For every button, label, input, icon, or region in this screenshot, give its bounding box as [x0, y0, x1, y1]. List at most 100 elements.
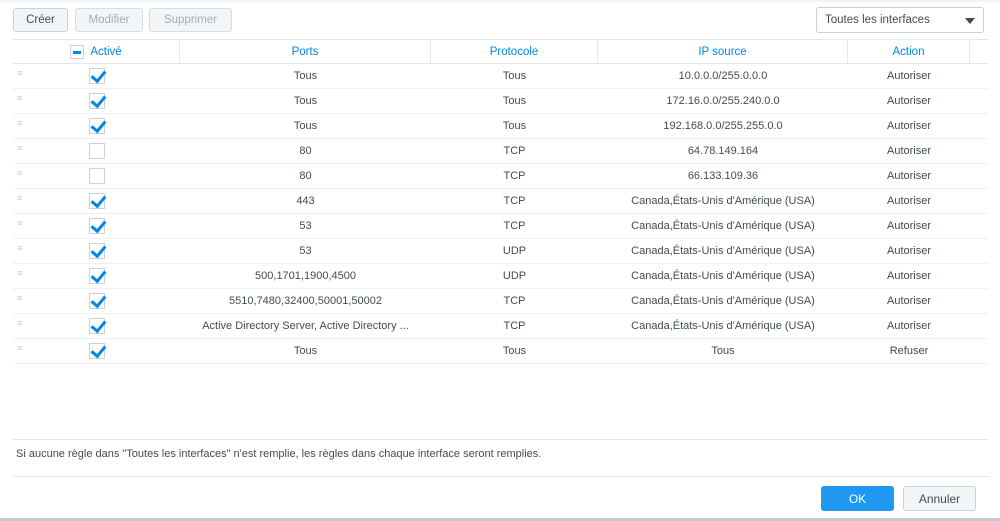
- table-row[interactable]: ≡ Tous Tous 192.168.0.0/255.255.0.0 Auto…: [13, 114, 988, 139]
- table-row[interactable]: ≡ 500,1701,1900,4500 UDP Canada,États-Un…: [13, 264, 988, 289]
- ports-cell: Tous: [293, 70, 318, 82]
- source-ip-cell: 64.78.149.164: [687, 145, 759, 157]
- table-row[interactable]: ≡ Tous Tous Tous Refuser: [13, 339, 988, 364]
- protocol-cell: Tous: [502, 120, 527, 132]
- source-ip-cell: 172.16.0.0/255.240.0.0: [666, 95, 780, 107]
- table-row[interactable]: ≡ 53 TCP Canada,États-Unis d'Amérique (U…: [13, 214, 988, 239]
- source-ip-cell: Tous: [711, 345, 735, 357]
- drag-handle-icon[interactable]: ≡: [17, 94, 24, 103]
- protocol-cell: TCP: [503, 195, 526, 207]
- enabled-checkbox[interactable]: [88, 218, 105, 234]
- drag-handle-icon[interactable]: ≡: [17, 319, 24, 328]
- table-row[interactable]: ≡ Active Directory Server, Active Direct…: [13, 314, 988, 339]
- action-cell: Refuser: [889, 345, 929, 357]
- ports-cell: 53: [299, 220, 312, 232]
- drag-handle-icon[interactable]: ≡: [17, 219, 24, 228]
- table-row[interactable]: ≡ 5510,7480,32400,50001,50002 TCP Canada…: [13, 289, 988, 314]
- top-edge: [0, 0, 1000, 4]
- protocol-cell: UDP: [502, 245, 527, 257]
- table-header: Activé Ports Protocole IP source Action: [13, 39, 988, 64]
- ports-cell: 80: [299, 170, 312, 182]
- divider: [13, 439, 988, 440]
- rules-table: Activé Ports Protocole IP source Action …: [13, 39, 988, 364]
- action-cell: Autoriser: [886, 95, 932, 107]
- ok-button[interactable]: OK: [821, 486, 894, 511]
- ports-cell: Active Directory Server, Active Director…: [202, 320, 409, 332]
- source-ip-cell: Canada,États-Unis d'Amérique (USA): [631, 270, 815, 282]
- drag-handle-icon[interactable]: ≡: [17, 294, 24, 303]
- chevron-down-icon: [965, 18, 975, 24]
- protocol-cell: Tous: [502, 95, 527, 107]
- ports-cell: 443: [296, 195, 315, 207]
- enabled-checkbox[interactable]: [88, 168, 105, 184]
- drag-handle-icon[interactable]: ≡: [17, 144, 24, 153]
- action-cell: Autoriser: [886, 70, 932, 82]
- table-row[interactable]: ≡ 80 TCP 66.133.109.36 Autoriser: [13, 164, 988, 189]
- header-enabled[interactable]: Activé: [13, 40, 180, 63]
- source-ip-cell: Canada,États-Unis d'Amérique (USA): [631, 320, 815, 332]
- source-ip-cell: 192.168.0.0/255.255.0.0: [663, 120, 783, 132]
- enabled-cell: ≡: [13, 339, 180, 363]
- enabled-checkbox[interactable]: [88, 68, 105, 84]
- interface-select[interactable]: Toutes les interfaces: [816, 7, 984, 33]
- protocol-cell: TCP: [503, 320, 526, 332]
- header-protocol[interactable]: Protocole: [431, 40, 598, 63]
- enabled-cell: ≡: [13, 314, 180, 338]
- ports-cell: Tous: [293, 95, 318, 107]
- select-all-checkbox[interactable]: [70, 44, 85, 59]
- delete-button[interactable]: Supprimer: [149, 8, 232, 32]
- table-row[interactable]: ≡ 443 TCP Canada,États-Unis d'Amérique (…: [13, 189, 988, 214]
- drag-handle-icon[interactable]: ≡: [17, 194, 24, 203]
- enabled-checkbox[interactable]: [88, 268, 105, 284]
- table-row[interactable]: ≡ Tous Tous 172.16.0.0/255.240.0.0 Autor…: [13, 89, 988, 114]
- cancel-button[interactable]: Annuler: [903, 486, 976, 511]
- protocol-cell: Tous: [502, 345, 527, 357]
- table-row[interactable]: ≡ 53 UDP Canada,États-Unis d'Amérique (U…: [13, 239, 988, 264]
- enabled-cell: ≡: [13, 114, 180, 138]
- enabled-checkbox[interactable]: [88, 318, 105, 334]
- action-cell: Autoriser: [886, 220, 932, 232]
- drag-handle-icon[interactable]: ≡: [17, 69, 24, 78]
- enabled-checkbox[interactable]: [88, 243, 105, 259]
- source-ip-cell: 10.0.0.0/255.0.0.0: [678, 70, 768, 82]
- source-ip-cell: Canada,États-Unis d'Amérique (USA): [631, 220, 815, 232]
- protocol-cell: UDP: [502, 270, 527, 282]
- table-row[interactable]: ≡ 80 TCP 64.78.149.164 Autoriser: [13, 139, 988, 164]
- ports-cell: 5510,7480,32400,50001,50002: [229, 295, 382, 307]
- modify-button[interactable]: Modifier: [75, 8, 143, 32]
- action-cell: Autoriser: [886, 270, 932, 282]
- enabled-cell: ≡: [13, 214, 180, 238]
- drag-handle-icon[interactable]: ≡: [17, 244, 24, 253]
- enabled-checkbox[interactable]: [88, 293, 105, 309]
- header-action[interactable]: Action: [848, 40, 970, 63]
- enabled-checkbox[interactable]: [88, 193, 105, 209]
- enabled-cell: ≡: [13, 164, 180, 188]
- info-note: Si aucune règle dans "Toutes les interfa…: [16, 448, 542, 460]
- protocol-cell: TCP: [503, 220, 526, 232]
- header-enabled-label: Activé: [90, 45, 122, 58]
- drag-handle-icon[interactable]: ≡: [17, 344, 24, 353]
- enabled-cell: ≡: [13, 289, 180, 313]
- action-cell: Autoriser: [886, 145, 932, 157]
- enabled-cell: ≡: [13, 264, 180, 288]
- ports-cell: 53: [299, 245, 312, 257]
- ports-cell: Tous: [293, 120, 318, 132]
- action-cell: Autoriser: [886, 295, 932, 307]
- action-cell: Autoriser: [886, 320, 932, 332]
- create-button[interactable]: Créer: [13, 8, 68, 32]
- enabled-checkbox[interactable]: [88, 343, 105, 359]
- enabled-checkbox[interactable]: [88, 143, 105, 159]
- header-source-ip[interactable]: IP source: [598, 40, 848, 63]
- enabled-cell: ≡: [13, 189, 180, 213]
- enabled-checkbox[interactable]: [88, 93, 105, 109]
- enabled-checkbox[interactable]: [88, 118, 105, 134]
- drag-handle-icon[interactable]: ≡: [17, 269, 24, 278]
- enabled-cell: ≡: [13, 89, 180, 113]
- drag-handle-icon[interactable]: ≡: [17, 119, 24, 128]
- enabled-cell: ≡: [13, 139, 180, 163]
- protocol-cell: TCP: [503, 145, 526, 157]
- table-row[interactable]: ≡ Tous Tous 10.0.0.0/255.0.0.0 Autoriser: [13, 64, 988, 89]
- enabled-cell: ≡: [13, 239, 180, 263]
- drag-handle-icon[interactable]: ≡: [17, 169, 24, 178]
- header-ports[interactable]: Ports: [180, 40, 431, 63]
